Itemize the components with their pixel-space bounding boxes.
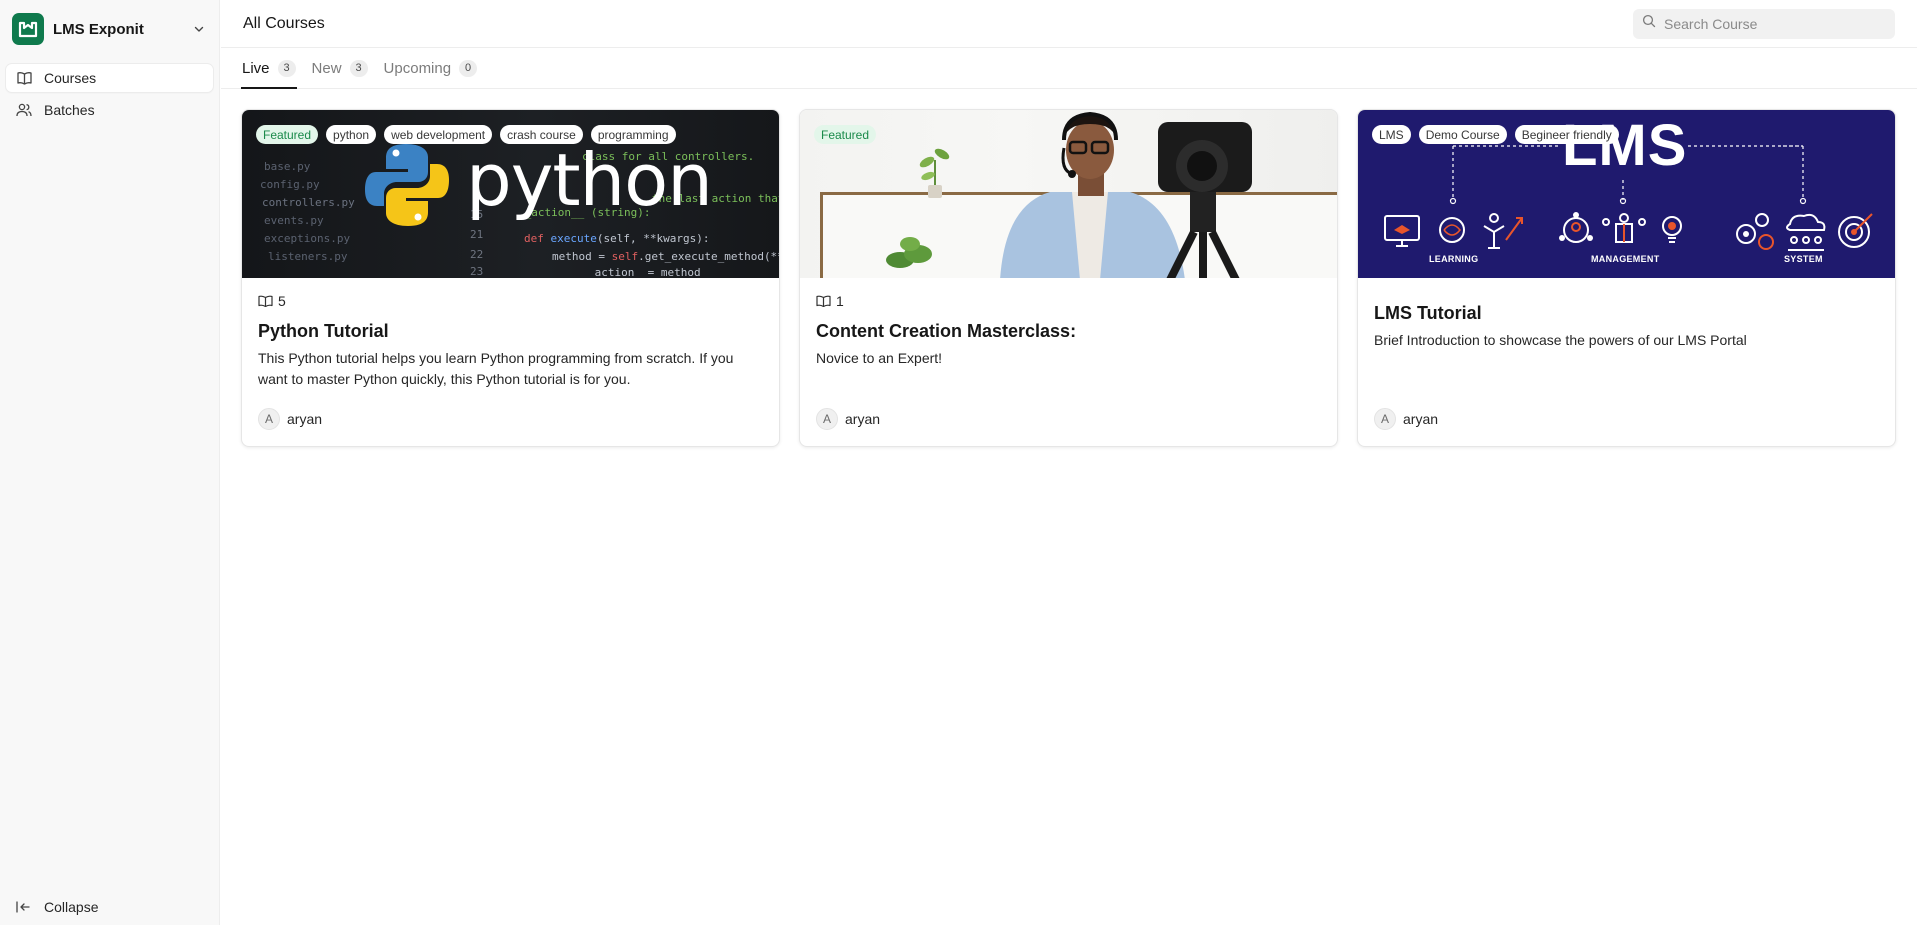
tag-list: Featured [814,125,877,144]
book-open-icon [258,295,273,307]
search-box[interactable] [1633,8,1895,39]
course-card-content-creation[interactable]: Featured 1 Content Creation Masterclass:… [799,109,1338,447]
course-author: A aryan [816,408,880,430]
cover-title-text: LMS [1562,113,1688,178]
tab-new[interactable]: New 3 [311,48,369,88]
tag-badge: crash course [500,125,583,144]
cover-label: SYSTEM [1784,254,1823,264]
tab-label: New [311,59,342,77]
tab-count-badge: 3 [349,59,368,77]
author-name: aryan [1403,411,1439,427]
plant-illustration [919,148,950,198]
card-body: 5 Python Tutorial This Python tutorial h… [242,278,779,390]
avatar: A [258,408,280,430]
course-author: A aryan [1374,408,1438,430]
course-description: Novice to an Expert! [816,350,943,366]
course-card-lms-tutorial[interactable]: LMS LEARNING MANAGEMENT SYSTEM LMS Demo … [1357,109,1896,447]
cover-title-text: python [466,138,713,222]
avatar: A [816,408,838,430]
page-title: All Courses [243,14,325,32]
tag-list: LMS Demo Course Begineer friendly [1372,125,1619,144]
collapse-left-icon [16,899,32,915]
course-title: LMS Tutorial [1374,303,1482,323]
tag-badge: web development [384,125,493,144]
sidebar-nav: Courses Batches [0,58,219,124]
search-icon [1642,14,1656,33]
author-name: aryan [845,411,881,427]
management-icons [1559,212,1682,243]
course-cover-image: bin.py base.py config.py controllers.py … [242,110,779,278]
tag-badge: python [326,125,377,144]
course-title: Content Creation Masterclass: [816,321,1077,341]
python-logo-icon [365,144,449,226]
learning-icons [1384,213,1523,249]
tag-badge: Featured [256,125,319,144]
avatar: A [1374,408,1396,430]
sidebar: LMS Exponit Courses Batches Collapse [0,0,220,925]
tag-badge: Featured [814,125,877,144]
lesson-count: 5 [258,292,763,310]
search-input[interactable] [1664,15,1884,32]
system-icons [1736,213,1873,251]
cover-label: MANAGEMENT [1591,254,1660,264]
card-body: 1 Content Creation Masterclass: Novice t… [800,278,1337,369]
book-open-icon [816,295,831,307]
app-logo [12,13,44,45]
course-cover-image: Featured [800,110,1337,278]
course-author: A aryan [258,408,322,430]
book-open-icon [16,70,32,86]
cover-label: LEARNING [1429,254,1479,264]
course-grid: bin.py base.py config.py controllers.py … [241,109,1896,447]
course-description: This Python tutorial helps you learn Pyt… [258,350,734,387]
card-body: LMS Tutorial Brief Introduction to showc… [1358,278,1895,351]
tag-badge: Demo Course [1418,125,1507,144]
users-icon [16,102,32,118]
workspace-switcher[interactable]: LMS Exponit [0,0,219,58]
tag-badge: LMS [1372,125,1411,144]
tab-live[interactable]: Live 3 [241,48,297,89]
tab-label: Upcoming [383,59,452,77]
page-header: All Courses [221,0,1917,48]
sidebar-item-label: Batches [44,102,95,118]
course-cover-image: LMS LEARNING MANAGEMENT SYSTEM LMS Demo … [1358,110,1895,278]
sidebar-item-courses[interactable]: Courses [6,64,213,92]
lesson-count: 1 [816,292,1321,310]
tag-badge: programming [590,125,676,144]
course-title: Python Tutorial [258,321,389,341]
course-description: Brief Introduction to showcase the power… [1374,332,1747,348]
tab-label: Live [242,59,270,77]
app-name: LMS Exponit [53,20,144,38]
course-card-python-tutorial[interactable]: bin.py base.py config.py controllers.py … [241,109,780,447]
lesson-count-value: 5 [278,293,286,309]
tag-badge: Begineer friendly [1514,125,1619,144]
sidebar-item-label: Courses [44,70,97,86]
tag-list: Featured python web development crash co… [256,125,676,144]
plant-illustration [886,237,932,268]
tab-count-badge: 3 [277,59,296,77]
chevron-down-icon[interactable] [191,21,207,37]
collapse-button[interactable]: Collapse [6,893,108,921]
lesson-count-value: 1 [836,293,844,309]
sidebar-item-batches[interactable]: Batches [6,96,213,124]
tab-upcoming[interactable]: Upcoming 0 [383,48,479,88]
author-name: aryan [287,411,323,427]
collapse-label: Collapse [44,899,99,915]
tab-count-badge: 0 [459,59,478,77]
camera-illustration [1158,122,1252,278]
course-tabs: Live 3 New 3 Upcoming 0 [221,48,1917,89]
